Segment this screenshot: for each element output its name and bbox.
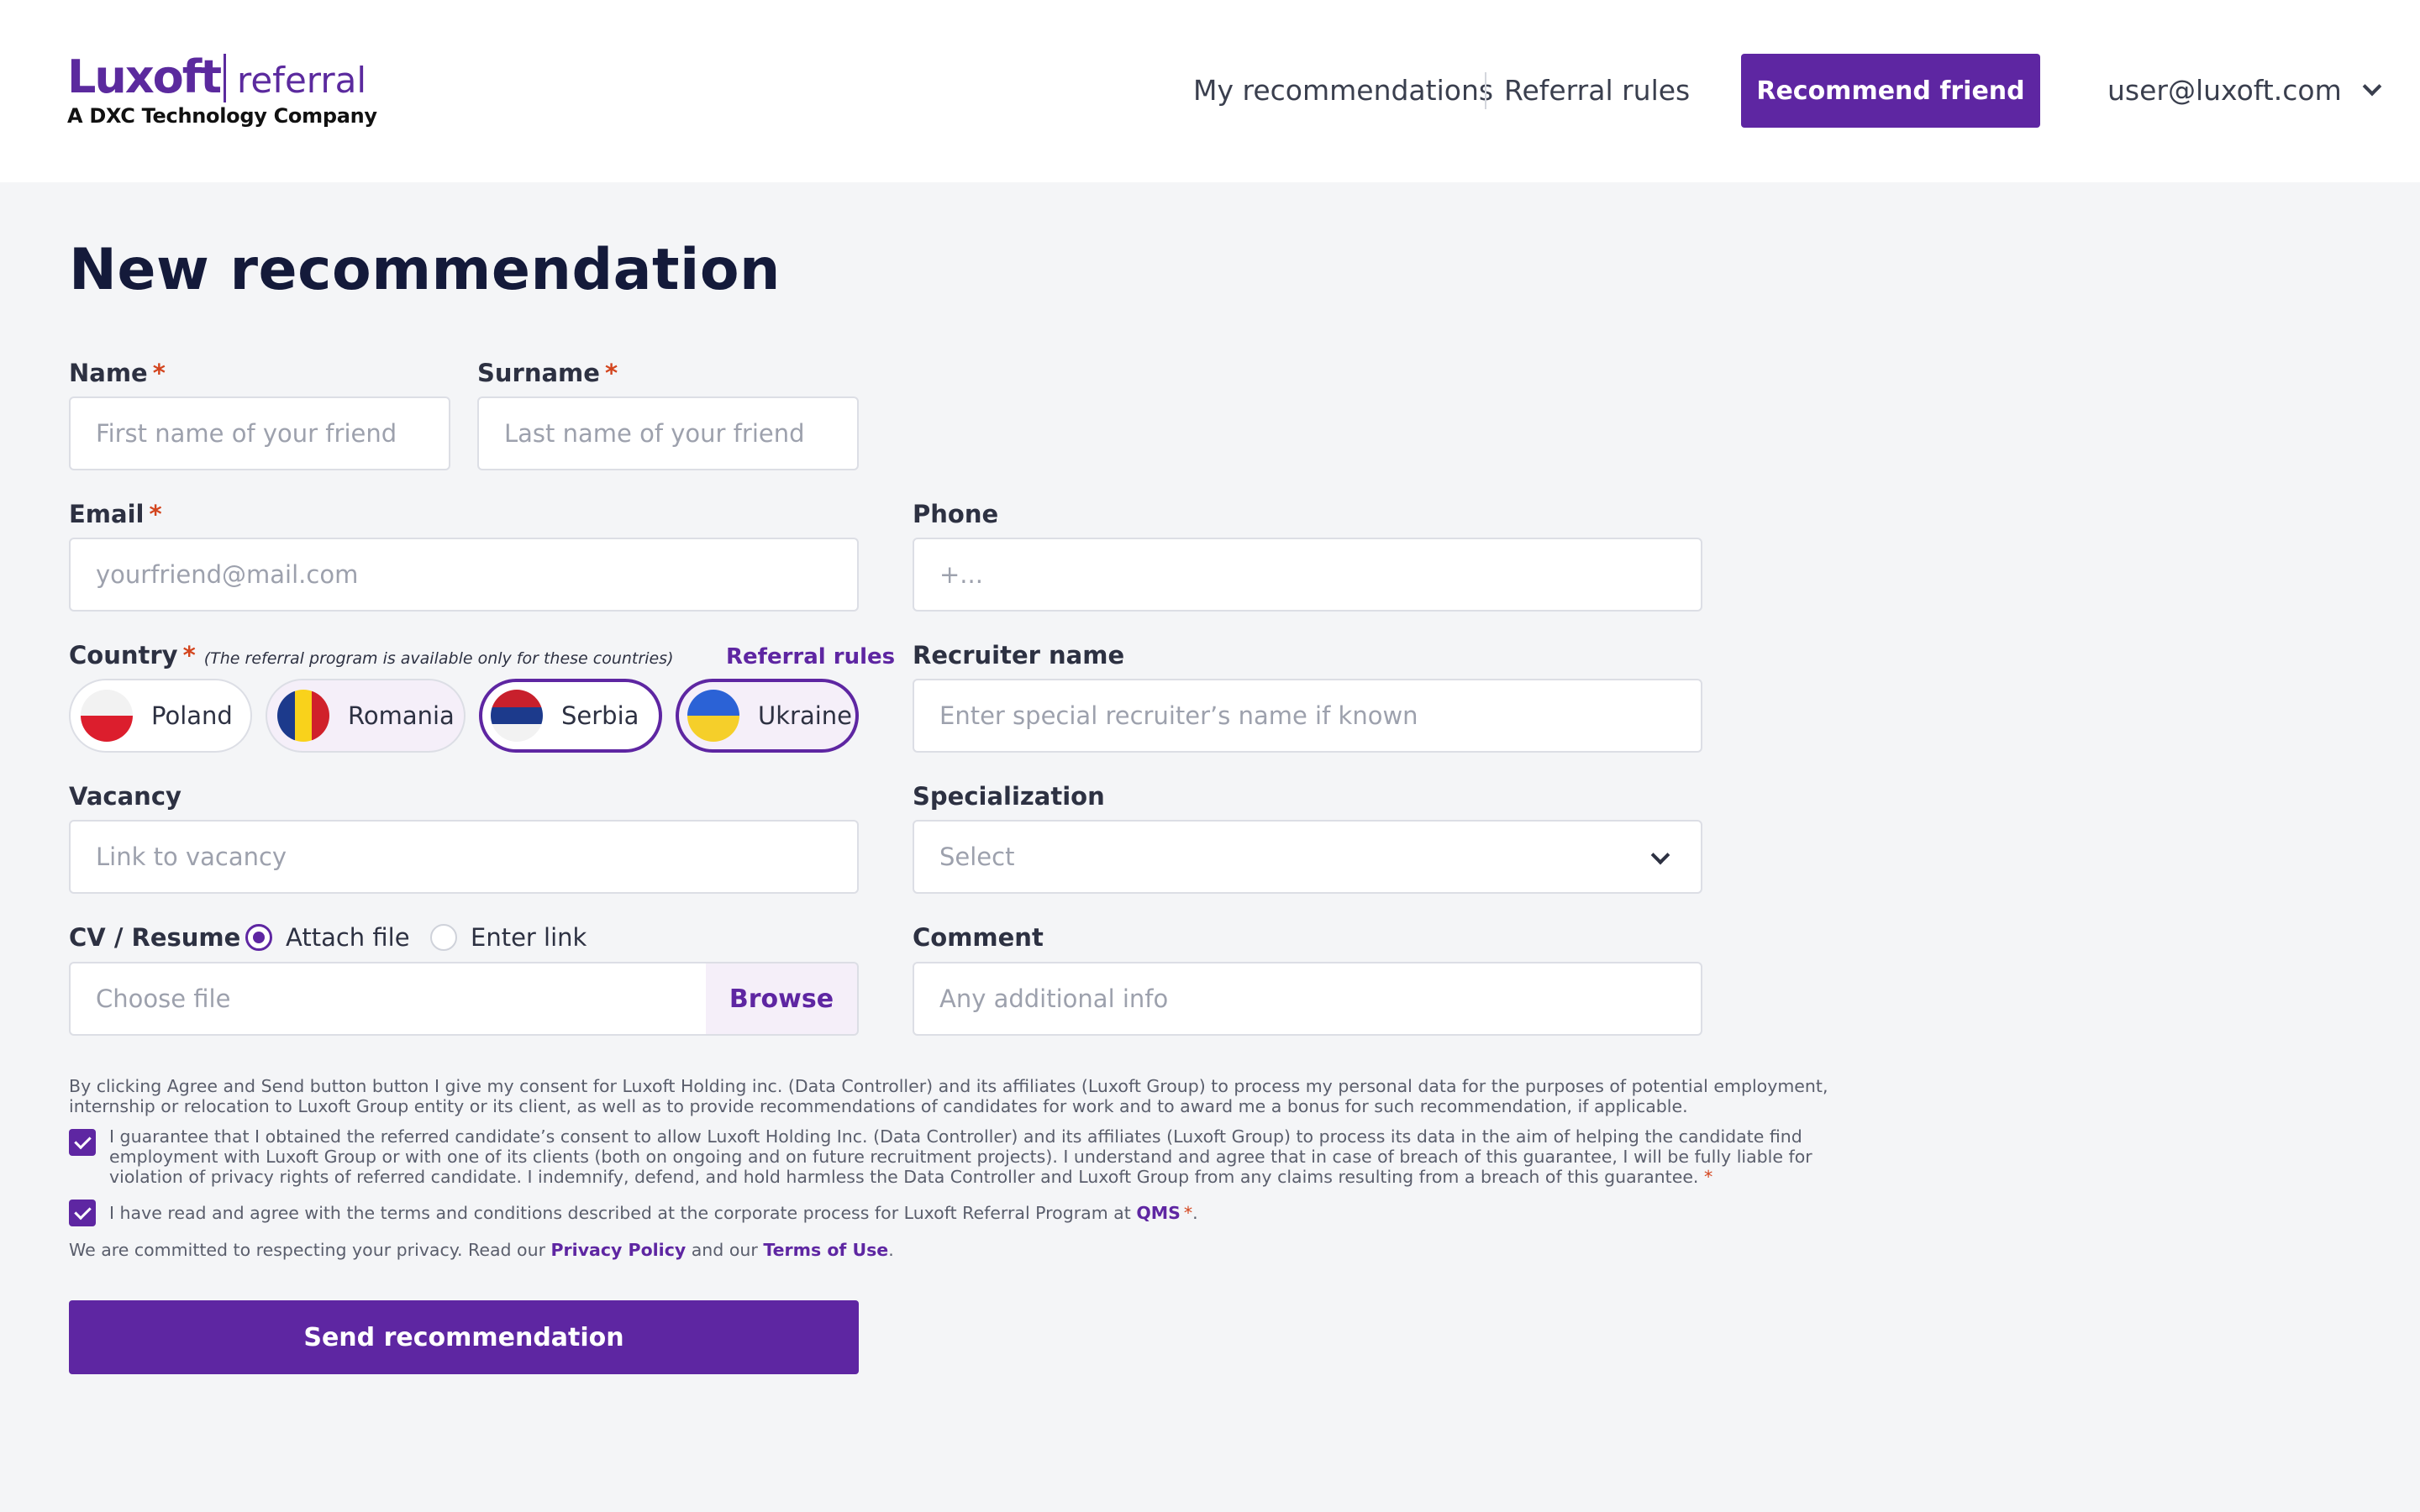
- email-input[interactable]: yourfriend@mail.com: [69, 538, 859, 612]
- guarantee-text-line: I guarantee that I obtained the referred…: [109, 1126, 1802, 1147]
- terms-of-use-link[interactable]: Terms of Use: [763, 1240, 888, 1260]
- romania-flag-icon: [277, 690, 329, 742]
- luxoft-referral-logo[interactable]: Luxoft referral A DXC Technology Company: [67, 50, 377, 134]
- specialization-select[interactable]: Select: [913, 820, 1702, 894]
- vacancy-label: Vacancy: [69, 782, 182, 811]
- email-label: Email *: [69, 497, 162, 531]
- specialization-select-value: Select: [939, 843, 1015, 871]
- page-title: New recommendation: [69, 237, 781, 303]
- logo-tagline: A DXC Technology Company: [67, 104, 377, 128]
- country-chip-label: Serbia: [561, 701, 639, 730]
- guarantee-text: I guarantee that I obtained the referred…: [109, 1126, 1812, 1187]
- consent-intro: By clicking Agree and Send button button…: [69, 1076, 1828, 1116]
- enter-link-radio[interactable]: [430, 924, 457, 951]
- privacy-notice-and: and our: [691, 1240, 758, 1260]
- privacy-notice-text: We are committed to respecting your priv…: [69, 1240, 545, 1260]
- terms-checkbox[interactable]: [69, 1200, 96, 1226]
- name-label: Name *: [69, 356, 166, 390]
- terms-text-body: I have read and agree with the terms and…: [109, 1203, 1131, 1223]
- country-referral-rules-link[interactable]: Referral rules: [726, 640, 895, 674]
- phone-label: Phone: [913, 500, 999, 528]
- country-note: (The referral program is available only …: [203, 649, 674, 668]
- required-marker: *: [149, 500, 162, 528]
- guarantee-text-line-3: violation of privacy rights of referred …: [109, 1167, 1699, 1187]
- recommend-friend-button[interactable]: Recommend friend: [1741, 54, 2040, 128]
- required-marker: *: [1183, 1203, 1193, 1223]
- country-label-text: Country: [69, 641, 178, 669]
- enter-link-radio-label[interactable]: Enter link: [471, 921, 587, 954]
- guarantee-text-line: violation of privacy rights of referred …: [109, 1167, 1812, 1187]
- name-label-text: Name: [69, 359, 148, 387]
- recruiter-name-label: Recruiter name: [913, 641, 1125, 669]
- cv-file-input[interactable]: Choose file: [69, 962, 708, 1036]
- country-chip-label: Romania: [348, 701, 455, 730]
- first-name-input[interactable]: First name of your friend: [69, 396, 450, 470]
- required-marker: *: [1703, 1167, 1713, 1187]
- logo-subtitle: referral: [237, 60, 367, 101]
- browse-button[interactable]: Browse: [706, 962, 859, 1036]
- email-label-text: Email: [69, 500, 145, 528]
- top-header: Luxoft referral A DXC Technology Company…: [0, 0, 2420, 182]
- logo-divider: [224, 54, 226, 102]
- ukraine-flag-icon: [687, 690, 739, 742]
- serbia-flag-icon: [491, 690, 543, 742]
- privacy-notice-end: .: [888, 1240, 894, 1260]
- privacy-notice: We are committed to respecting your priv…: [69, 1240, 894, 1260]
- guarantee-text-line: employment with Luxoft Group or with one…: [109, 1147, 1812, 1167]
- attach-file-radio-label[interactable]: Attach file: [286, 921, 410, 954]
- nav-referral-rules[interactable]: Referral rules: [1504, 71, 1690, 111]
- country-chip-poland[interactable]: Poland: [69, 679, 252, 753]
- attach-file-radio[interactable]: [245, 924, 272, 951]
- country-label: Country * (The referral program is availab…: [69, 638, 673, 675]
- required-marker: *: [152, 359, 166, 387]
- comment-label: Comment: [913, 923, 1044, 952]
- consent-intro-line: By clicking Agree and Send button button…: [69, 1076, 1828, 1096]
- country-chip-label: Ukraine: [758, 701, 852, 730]
- country-chip-label: Poland: [151, 701, 233, 730]
- nav-divider: [1485, 72, 1486, 109]
- country-chip-romania[interactable]: Romania: [266, 679, 466, 753]
- comment-input[interactable]: Any additional info: [913, 962, 1702, 1036]
- user-email: user@luxoft.com: [2107, 74, 2342, 107]
- terms-text: I have read and agree with the terms and…: [109, 1203, 1198, 1223]
- poland-flag-icon: [81, 690, 133, 742]
- consent-intro-line: internship or relocation to Luxoft Group…: [69, 1096, 1688, 1116]
- last-name-input[interactable]: Last name of your friend: [477, 396, 859, 470]
- surname-label-text: Surname: [477, 359, 600, 387]
- qms-link[interactable]: QMS: [1136, 1203, 1181, 1223]
- terms-text-end: .: [1192, 1203, 1198, 1223]
- vacancy-link-input[interactable]: Link to vacancy: [69, 820, 859, 894]
- country-chip-serbia[interactable]: Serbia: [479, 679, 662, 753]
- nav-my-recommendations[interactable]: My recommendations: [1193, 71, 1493, 111]
- surname-label: Surname *: [477, 356, 618, 390]
- guarantee-checkbox[interactable]: [69, 1129, 96, 1156]
- specialization-label: Specialization: [913, 782, 1105, 811]
- send-recommendation-button[interactable]: Send recommendation: [69, 1300, 859, 1374]
- phone-input[interactable]: +...: [913, 538, 1702, 612]
- chevron-down-icon: [2362, 76, 2382, 97]
- country-chip-ukraine[interactable]: Ukraine: [676, 679, 859, 753]
- privacy-policy-link[interactable]: Privacy Policy: [551, 1240, 687, 1260]
- logo-wordmark: Luxoft: [67, 50, 222, 103]
- user-menu[interactable]: user@luxoft.com: [2107, 71, 2382, 111]
- recruiter-name-input[interactable]: Enter special recruiter’s name if known: [913, 679, 1702, 753]
- chevron-down-icon: [1650, 845, 1670, 865]
- required-marker: *: [604, 359, 618, 387]
- required-marker: *: [182, 641, 196, 669]
- cv-resume-label: CV / Resume: [69, 923, 241, 952]
